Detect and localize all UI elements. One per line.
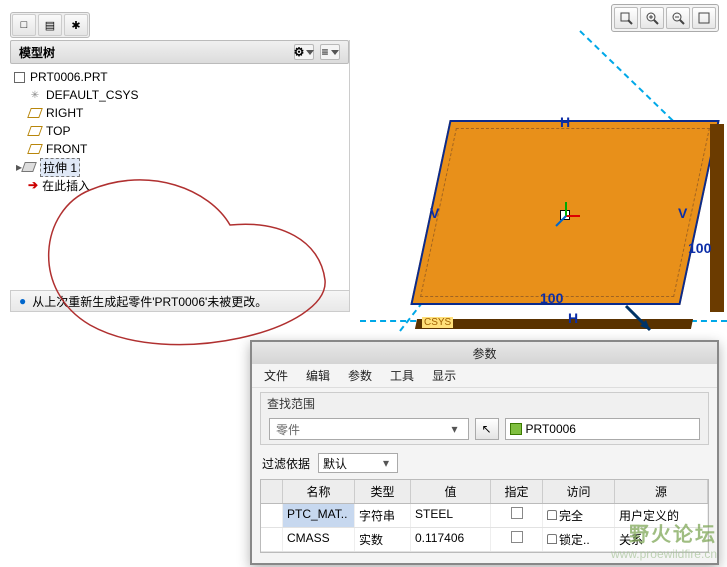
panel-view-toolbar: □ ▤ ✱	[10, 12, 90, 38]
axis-triad-icon	[552, 202, 582, 232]
dim-h-top: H	[560, 114, 570, 130]
datum-plane-icon	[27, 108, 43, 118]
scope-label: 查找范围	[261, 393, 708, 414]
dialog-title: 参数	[252, 342, 717, 364]
csys-icon: ✳	[28, 89, 42, 101]
tree-settings-button[interactable]: ⚙	[294, 44, 314, 60]
datum-plane-icon	[27, 144, 43, 154]
filter-select[interactable]: 默认▾	[318, 453, 398, 473]
view-toolbar	[611, 4, 719, 32]
model-tree-header: 模型树 ⚙ ≡	[10, 40, 349, 64]
status-message-bar: ● 从上次重新生成起零件'PRT0006'未被更改。	[10, 290, 350, 312]
pick-button[interactable]: ↖	[475, 418, 499, 440]
col-source[interactable]: 源	[615, 480, 708, 503]
zoom-out-button[interactable]	[666, 7, 690, 29]
parameters-dialog: 参数 文件 编辑 参数 工具 显示 查找范围 零件▾ ↖ PRT0006 过滤依…	[250, 340, 719, 565]
part-icon	[14, 72, 25, 83]
dim-h-bottom: H	[568, 310, 578, 326]
dim-v-right: V	[678, 205, 687, 221]
scope-target[interactable]: PRT0006	[505, 418, 701, 440]
dim-length-r: 100	[688, 240, 711, 256]
col-name[interactable]: 名称	[283, 480, 355, 503]
tree-insert-here[interactable]: ➔ 在此插入	[12, 176, 347, 194]
scope-select[interactable]: 零件▾	[269, 418, 469, 440]
insert-arrow-icon: ➔	[28, 178, 38, 192]
info-bullet-icon: ●	[19, 294, 26, 308]
dialog-menubar: 文件 编辑 参数 工具 显示	[252, 364, 717, 388]
datum-plane-icon	[27, 126, 43, 136]
panel-tab-2[interactable]: ▤	[38, 14, 62, 36]
table-header: 名称 类型 值 指定 访问 源	[261, 480, 708, 504]
menu-params[interactable]: 参数	[348, 367, 372, 384]
menu-file[interactable]: 文件	[264, 367, 288, 384]
model-tree-panel: 模型树 ⚙ ≡ PRT0006.PRT ✳ DEFAULT_CSYS RIGHT…	[10, 40, 350, 310]
lock-icon	[547, 534, 557, 544]
tree-csys[interactable]: ✳ DEFAULT_CSYS	[12, 86, 347, 104]
lock-icon	[547, 510, 557, 520]
dim-length: 100	[540, 290, 563, 306]
zoom-fit-button[interactable]	[614, 7, 638, 29]
filter-row: 过滤依据 默认▾	[252, 449, 717, 477]
tree-show-button[interactable]: ≡	[320, 44, 340, 60]
part-icon	[510, 423, 522, 435]
filter-label: 过滤依据	[262, 455, 310, 472]
parameters-table: 名称 类型 值 指定 访问 源 PTC_MAT.. 字符串 STEEL 完全 用…	[260, 479, 709, 553]
table-row[interactable]: PTC_MAT.. 字符串 STEEL 完全 用户定义的	[261, 504, 708, 528]
checkbox[interactable]	[511, 531, 523, 543]
model-tree[interactable]: PRT0006.PRT ✳ DEFAULT_CSYS RIGHT TOP FRO…	[10, 64, 349, 198]
graphics-viewport[interactable]: H H V V 100 100 CSYS	[360, 30, 727, 340]
tree-part-root[interactable]: PRT0006.PRT	[12, 68, 347, 86]
tree-top-plane[interactable]: TOP	[12, 122, 347, 140]
tree-front-plane[interactable]: FRONT	[12, 140, 347, 158]
menu-show[interactable]: 显示	[432, 367, 456, 384]
col-value[interactable]: 值	[411, 480, 491, 503]
menu-edit[interactable]: 编辑	[306, 367, 330, 384]
status-message: 从上次重新生成起零件'PRT0006'未被更改。	[32, 293, 267, 310]
view-extra-button[interactable]	[692, 7, 716, 29]
menu-tools[interactable]: 工具	[390, 367, 414, 384]
panel-title: 模型树	[19, 44, 55, 61]
checkbox[interactable]	[511, 507, 523, 519]
zoom-in-button[interactable]	[640, 7, 664, 29]
csys-label: CSYS	[422, 317, 453, 328]
col-spec[interactable]: 指定	[491, 480, 543, 503]
extrude-icon	[21, 162, 37, 172]
dim-v-left: V	[430, 205, 439, 221]
model-solid[interactable]: H H V V 100 100	[420, 110, 710, 320]
panel-tab-1[interactable]: □	[12, 14, 36, 36]
col-type[interactable]: 类型	[355, 480, 411, 503]
panel-tab-3[interactable]: ✱	[64, 14, 88, 36]
view-arrow-icon	[620, 300, 660, 340]
tree-right-plane[interactable]: RIGHT	[12, 104, 347, 122]
col-access[interactable]: 访问	[543, 480, 615, 503]
scope-group: 查找范围 零件▾ ↖ PRT0006	[260, 392, 709, 445]
table-row[interactable]: CMASS 实数 0.117406 锁定.. 关系	[261, 528, 708, 552]
tree-extrude-feature[interactable]: ▸ 拉伸 1	[12, 158, 347, 176]
